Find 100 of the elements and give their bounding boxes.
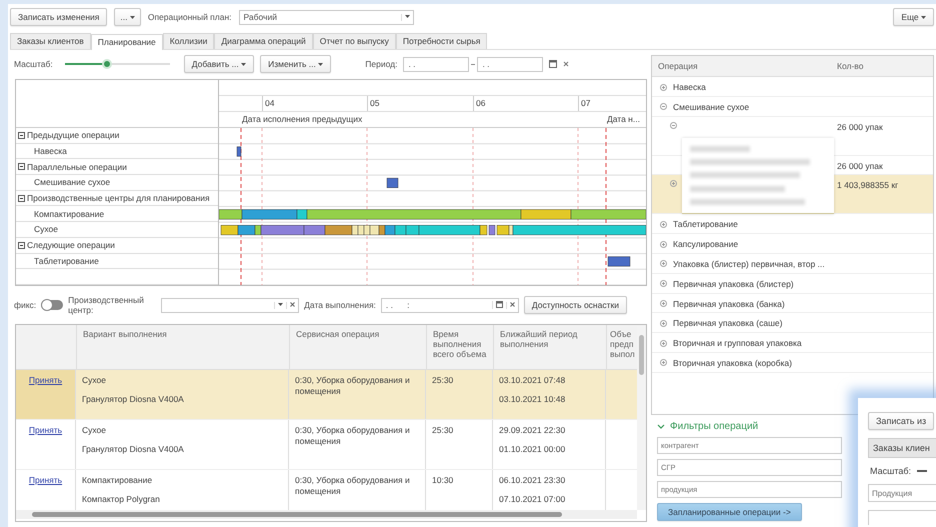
table-cell-text: 03.10.2021 10:48: [499, 394, 566, 404]
period-to-field[interactable]: . .: [477, 56, 544, 72]
tab[interactable]: Отчет по выпуску: [312, 33, 396, 49]
operation-label: Смешивание сухое: [34, 177, 110, 188]
period-label: Период:: [365, 59, 398, 69]
expand-icon[interactable]: [660, 359, 667, 366]
tree-row[interactable]: Первичная упаковка (банка): [652, 294, 933, 314]
collapse-icon[interactable]: [18, 163, 25, 170]
save-changes-button[interactable]: Записать изменения: [10, 8, 108, 26]
collapse-icon[interactable]: [18, 132, 25, 139]
gantt-bar[interactable]: [220, 225, 238, 236]
accept-link[interactable]: Принять: [28, 475, 62, 485]
table-cell-text: Компактор Polygran: [82, 494, 161, 504]
tab[interactable]: Заказы клиен: [868, 438, 936, 458]
expand-icon[interactable]: [660, 240, 667, 248]
slider-thumb[interactable]: [102, 59, 112, 69]
input-field[interactable]: [868, 510, 936, 525]
group-label: Производственные центры для планирования: [27, 193, 210, 204]
quantity: 26 000 упак: [837, 160, 883, 171]
gantt-bar[interactable]: [296, 209, 308, 220]
scale-slider[interactable]: [64, 59, 170, 69]
gantt-bar[interactable]: [520, 209, 572, 220]
accept-link[interactable]: Принять: [28, 425, 62, 435]
filters-toggle[interactable]: Фильтры операций: [657, 421, 758, 432]
gantt-bar[interactable]: [238, 225, 256, 236]
collapse-icon[interactable]: [18, 194, 25, 202]
table-cell-text: 01.10.2021 00:00: [499, 444, 566, 454]
save-changes-button[interactable]: Записать из: [868, 412, 934, 430]
gantt-bar[interactable]: [242, 209, 298, 220]
calendar-icon[interactable]: [496, 301, 503, 308]
gantt-bar[interactable]: [306, 209, 522, 220]
horizontal-scrollbar[interactable]: [16, 510, 637, 519]
more-actions-button[interactable]: ...: [114, 8, 141, 26]
gantt-bar[interactable]: [384, 225, 396, 236]
expand-icon[interactable]: [660, 220, 667, 228]
marker-label: Дата исполнения предыдущих: [242, 113, 362, 126]
table-cell-text: Сухое: [82, 425, 107, 435]
gantt-bar[interactable]: [394, 225, 406, 236]
clear-icon[interactable]: [563, 61, 570, 67]
clear-icon[interactable]: [290, 302, 296, 308]
gantt-bar[interactable]: [236, 146, 242, 157]
more-menu-button[interactable]: Еще: [893, 8, 934, 26]
tree-row[interactable]: Вторичная и групповая упаковка: [652, 333, 933, 353]
gantt-bar[interactable]: [570, 209, 646, 220]
column-header: Время выполнения всего объема: [433, 329, 486, 359]
gantt-bar[interactable]: [488, 225, 496, 236]
gantt-bar[interactable]: [304, 225, 326, 236]
gantt-bar[interactable]: [508, 225, 514, 236]
expand-icon[interactable]: [660, 84, 667, 90]
collapse-icon[interactable]: [18, 242, 25, 249]
gantt-bar[interactable]: [480, 225, 488, 236]
tree-row[interactable]: Капсулирование: [652, 234, 933, 254]
gantt-bar[interactable]: [418, 225, 480, 236]
gantt-bar[interactable]: [352, 225, 358, 236]
accept-link[interactable]: Принять: [28, 375, 62, 385]
tab[interactable]: Коллизии: [162, 33, 214, 49]
gantt-bar[interactable]: [370, 225, 380, 236]
operation-label: Навеска: [34, 146, 67, 156]
tooling-button[interactable]: Доступность оснастки: [524, 296, 627, 314]
fix-toggle[interactable]: [41, 300, 64, 310]
tree-row[interactable]: Вторичная упаковка (коробка): [652, 352, 933, 373]
expand-icon[interactable]: [660, 320, 667, 327]
clear-icon[interactable]: [510, 302, 515, 308]
tree-row[interactable]: Упаковка (блистер) первичная, втор ...: [652, 254, 933, 274]
gantt-bar[interactable]: [364, 225, 370, 236]
tree-row[interactable]: Первичная упаковка (блистер): [652, 274, 933, 294]
gantt-bar[interactable]: [406, 225, 420, 236]
gantt-bar[interactable]: [386, 178, 398, 188]
period-from-field[interactable]: . .: [403, 56, 470, 72]
table-cell: 25:30: [432, 375, 454, 385]
tab[interactable]: Потребности сырья: [396, 33, 488, 49]
tree-row[interactable]: Навеска: [652, 77, 933, 97]
table-row[interactable]: Принять Сухое Гранулятор Diosna V400A 0:30, Уборка оборудования и помещения 25:30 29.09.2021 22:30 01.10.2021 00:00: [16, 420, 637, 470]
product-field[interactable]: Продукция: [868, 484, 936, 502]
tab[interactable]: Диаграмма операций: [214, 33, 313, 49]
gantt-bar[interactable]: [324, 225, 352, 236]
change-button[interactable]: Изменить ...: [260, 55, 332, 73]
date-field[interactable]: . . :: [380, 298, 519, 312]
vertical-scrollbar[interactable]: [637, 325, 646, 510]
plan-select[interactable]: Рабочий: [238, 10, 414, 24]
gantt-bar[interactable]: [608, 256, 630, 266]
tab[interactable]: Планирование: [90, 34, 163, 50]
scheduled-operations-button[interactable]: Запланированные операции ->: [657, 503, 802, 521]
add-button[interactable]: Добавить ...: [184, 55, 254, 73]
tree-row[interactable]: Первичная упаковка (саше): [652, 313, 933, 334]
gantt-bar[interactable]: [254, 225, 262, 236]
table-row[interactable]: Принять Сухое Гранулятор Diosna V400A 0:30, Уборка оборудования и помещения 25:30 03.10.2021 07:48 03.10.2021 10:48: [16, 370, 637, 420]
expand-icon[interactable]: [660, 280, 667, 288]
calendar-icon[interactable]: [549, 60, 558, 68]
gantt-bar[interactable]: [496, 225, 510, 236]
tree-row[interactable]: Смешивание сухое: [652, 96, 933, 117]
gantt-bar[interactable]: [260, 225, 304, 236]
gantt-bar[interactable]: [512, 225, 646, 236]
gantt-bar[interactable]: [378, 225, 386, 236]
gantt-bar[interactable]: [358, 225, 364, 236]
tab[interactable]: Заказы клиентов: [10, 33, 91, 49]
gantt-bar[interactable]: [219, 209, 242, 220]
expand-icon[interactable]: [660, 340, 667, 347]
expand-icon[interactable]: [660, 260, 667, 268]
expand-icon[interactable]: [660, 300, 667, 308]
